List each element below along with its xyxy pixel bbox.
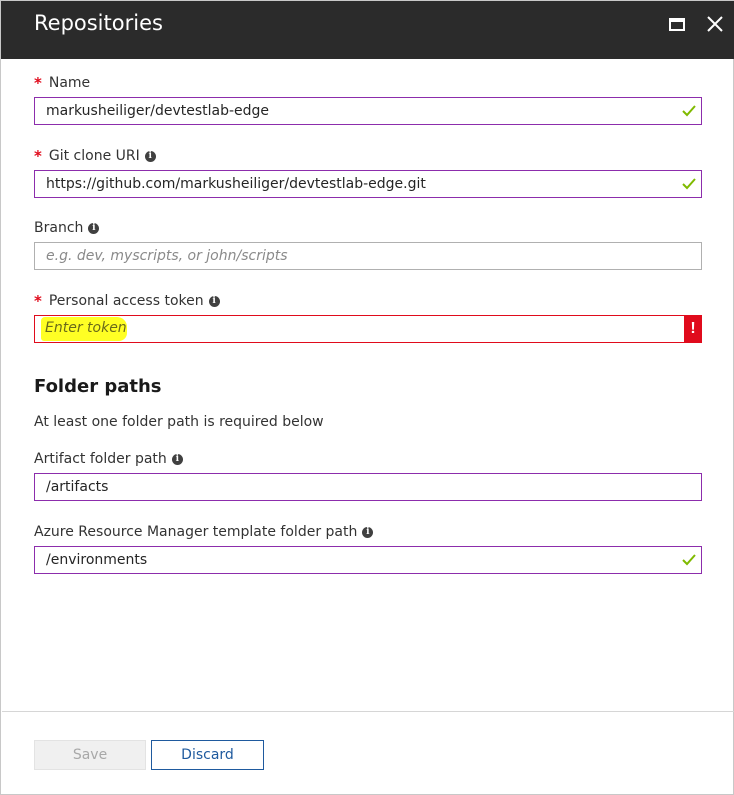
name-label-row: * Name	[34, 73, 90, 93]
info-icon[interactable]: i	[144, 150, 156, 162]
git-uri-label-row: * Git clone URI i	[34, 146, 156, 166]
close-icon	[707, 16, 723, 32]
footer-divider	[2, 711, 734, 712]
branch-label: Branch	[34, 220, 84, 236]
arm-template-label: Azure Resource Manager template folder p…	[34, 524, 358, 540]
name-label: Name	[48, 75, 91, 91]
repositories-blade: Repositories * Name markusheiliger/devte…	[0, 0, 734, 795]
folder-paths-heading: Folder paths	[34, 376, 162, 397]
checkmark-icon	[682, 105, 696, 117]
artifact-label-row: Artifact folder path i	[34, 449, 183, 469]
arm-template-path-value: /environments	[46, 552, 148, 568]
maximize-icon	[669, 17, 685, 31]
error-icon: !	[684, 315, 702, 343]
arm-template-label-row: Azure Resource Manager template folder p…	[34, 522, 374, 542]
discard-button[interactable]: Discard	[151, 740, 264, 770]
checkmark-icon	[682, 178, 696, 190]
branch-placeholder: e.g. dev, myscripts, or john/scripts	[46, 248, 288, 264]
title-bar: Repositories	[1, 1, 734, 59]
token-input[interactable]: Enter token !	[34, 315, 702, 343]
info-icon[interactable]: i	[171, 453, 183, 465]
branch-label-row: Branch i	[34, 218, 100, 238]
info-icon[interactable]: i	[362, 526, 374, 538]
branch-input[interactable]: e.g. dev, myscripts, or john/scripts	[34, 242, 702, 270]
save-button[interactable]: Save	[34, 740, 146, 770]
checkmark-icon	[682, 554, 696, 566]
token-label: Personal access token	[48, 293, 204, 309]
maximize-button[interactable]	[664, 11, 690, 37]
info-icon[interactable]: i	[88, 222, 100, 234]
name-value: markusheiliger/devtestlab-edge	[46, 103, 270, 119]
required-marker: *	[34, 147, 42, 165]
artifact-path-value: /artifacts	[46, 479, 109, 495]
git-uri-input[interactable]: https://github.com/markusheiliger/devtes…	[34, 170, 702, 198]
folder-paths-description: At least one folder path is required bel…	[34, 414, 324, 430]
token-label-row: * Personal access token i	[34, 291, 220, 311]
close-button[interactable]	[702, 11, 728, 37]
required-marker: *	[34, 292, 42, 310]
token-placeholder: Enter token	[45, 320, 127, 336]
arm-template-path-input[interactable]: /environments	[34, 546, 702, 574]
git-uri-label: Git clone URI	[48, 148, 140, 164]
name-input[interactable]: markusheiliger/devtestlab-edge	[34, 97, 702, 125]
artifact-label: Artifact folder path	[34, 451, 167, 467]
required-marker: *	[34, 74, 42, 92]
artifact-path-input[interactable]: /artifacts	[34, 473, 702, 501]
git-uri-value: https://github.com/markusheiliger/devtes…	[46, 176, 426, 192]
info-icon[interactable]: i	[208, 295, 220, 307]
blade-title: Repositories	[34, 11, 163, 35]
